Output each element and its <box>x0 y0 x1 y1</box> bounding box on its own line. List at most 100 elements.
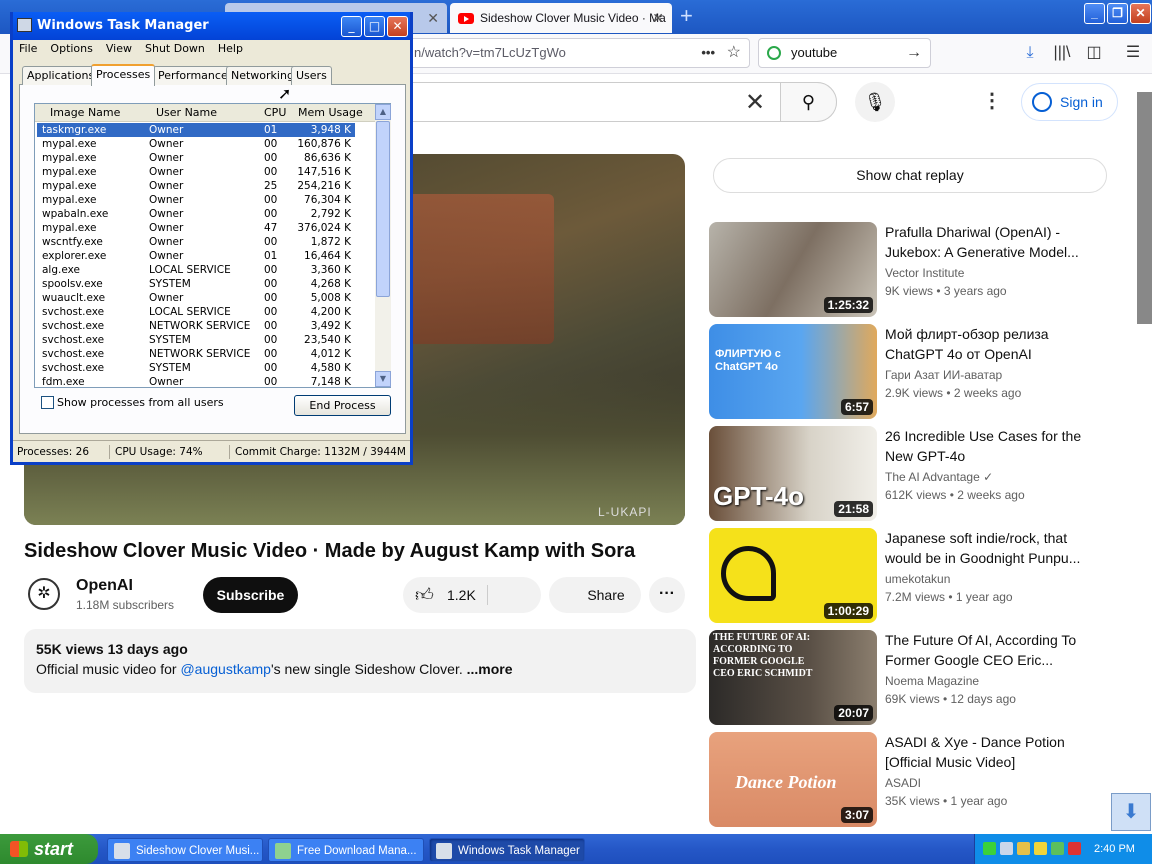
close-window-icon[interactable]: ✕ <box>1130 3 1151 24</box>
process-row[interactable]: mypal.exe Owner 00 147,516 K <box>37 165 355 179</box>
menu-file[interactable]: File <box>19 42 37 55</box>
taskbar-button-browser[interactable]: Sideshow Clover Musi... <box>107 838 263 862</box>
browser-tab-active[interactable]: Sideshow Clover Music Video · Ma ✕ <box>450 3 672 33</box>
tab-applications[interactable]: Applications <box>22 66 100 85</box>
rec-channel[interactable]: Vector Institute <box>885 266 964 280</box>
tray-icon[interactable] <box>1068 842 1081 855</box>
description-box[interactable]: 55K views 13 days ago Official music vid… <box>24 629 696 693</box>
rec-item[interactable]: GPT-4o 21:58 26 Incredible Use Cases for… <box>709 426 1129 521</box>
menu-view[interactable]: View <box>106 42 132 55</box>
settings-dots-icon[interactable]: ⋮ <box>982 88 1002 113</box>
tab-performance[interactable]: Performance <box>153 66 233 85</box>
process-row[interactable]: taskmgr.exe Owner 01 3,948 K <box>37 123 355 137</box>
scroll-down-icon[interactable]: ▼ <box>375 371 391 387</box>
rec-title[interactable]: ASADI & Xye - Dance Potion [Official Mus… <box>885 732 1095 772</box>
process-row[interactable]: alg.exe LOCAL SERVICE 00 3,360 K <box>37 263 355 277</box>
process-row[interactable]: svchost.exe SYSTEM 00 4,580 K <box>37 361 355 375</box>
scroll-up-icon[interactable]: ▲ <box>375 104 391 120</box>
process-row[interactable]: svchost.exe NETWORK SERVICE 00 3,492 K <box>37 319 355 333</box>
process-row[interactable]: mypal.exe Owner 00 160,876 K <box>37 137 355 151</box>
show-chat-replay-button[interactable]: Show chat replay <box>713 158 1107 193</box>
channel-name[interactable]: OpenAI <box>76 577 133 595</box>
show-more-link[interactable]: ...more <box>467 661 513 677</box>
process-list[interactable]: Image Name User Name CPU Mem Usage taskm… <box>34 103 391 388</box>
rec-thumbnail[interactable]: ФЛИРТУЮ с ChatGPT 4o 6:57 <box>709 324 877 419</box>
subscribe-button[interactable]: Subscribe <box>203 577 298 613</box>
maximize-icon[interactable]: ❐ <box>1107 3 1128 24</box>
rec-channel[interactable]: umekotakun <box>885 572 950 586</box>
menu-shutdown[interactable]: Shut Down <box>145 42 205 55</box>
col-cpu[interactable]: CPU <box>264 104 286 122</box>
process-row[interactable]: svchost.exe NETWORK SERVICE 00 4,012 K <box>37 347 355 361</box>
process-row[interactable]: mypal.exe Owner 00 86,636 K <box>37 151 355 165</box>
rec-thumbnail[interactable]: THE FUTURE OF AI: ACCORDING TO FORMER GO… <box>709 630 877 725</box>
openai-logo-icon[interactable]: ✲ <box>28 578 60 610</box>
minimize-icon[interactable]: _ <box>1084 3 1105 24</box>
more-actions-icon[interactable]: ··· <box>649 577 685 613</box>
search-go-icon[interactable]: → <box>906 39 922 67</box>
process-row[interactable]: wpabaln.exe Owner 00 2,792 K <box>37 207 355 221</box>
clear-search-icon[interactable]: ✕ <box>745 88 765 117</box>
rec-thumbnail[interactable]: 1:25:32 <box>709 222 877 317</box>
bookmark-star-icon[interactable]: ☆ <box>727 39 741 67</box>
process-row[interactable]: svchost.exe SYSTEM 00 23,540 K <box>37 333 355 347</box>
tab-users[interactable]: Users <box>291 66 332 85</box>
process-row[interactable]: wuauclt.exe Owner 00 5,008 K <box>37 291 355 305</box>
col-mem-usage[interactable]: Mem Usage <box>298 104 363 122</box>
sign-in-button[interactable]: Sign in <box>1021 83 1118 121</box>
show-all-users-checkbox[interactable] <box>41 396 54 409</box>
rec-title[interactable]: Мой флирт-обзор релиза ChatGPT 4o от Ope… <box>885 324 1095 364</box>
rec-title[interactable]: 26 Incredible Use Cases for the New GPT-… <box>885 426 1095 466</box>
start-button[interactable]: start <box>0 834 98 864</box>
like-button[interactable]: 👍︎ 1.2K <box>403 577 541 613</box>
rec-item[interactable]: Dance Potion 3:07 ASADI & Xye - Dance Po… <box>709 732 1129 827</box>
taskbar-button-fdm[interactable]: Free Download Mana... <box>268 838 424 862</box>
sidebar-icon[interactable]: ◫ <box>1083 40 1105 66</box>
rec-item[interactable]: ФЛИРТУЮ с ChatGPT 4o 6:57 Мой флирт-обзо… <box>709 324 1129 419</box>
tm-close-icon[interactable]: ✕ <box>387 16 408 37</box>
tab-networking[interactable]: Networking <box>226 66 299 85</box>
rec-thumbnail[interactable]: 1:00:29 <box>709 528 877 623</box>
menu-options[interactable]: Options <box>50 42 92 55</box>
close-tab-icon[interactable]: ✕ <box>427 3 439 33</box>
rec-item[interactable]: 1:25:32 Prafulla Dhariwal (OpenAI) - Juk… <box>709 222 1129 317</box>
scroll-thumb[interactable] <box>376 121 390 297</box>
process-list-scrollbar[interactable]: ▲ ▼ <box>375 104 391 387</box>
process-row[interactable]: mypal.exe Owner 25 254,216 K <box>37 179 355 193</box>
tab-processes[interactable]: Processes <box>91 64 156 86</box>
tray-icon[interactable] <box>1051 842 1064 855</box>
new-tab-icon[interactable]: + <box>680 3 693 29</box>
tm-minimize-icon[interactable]: _ <box>341 16 362 37</box>
yt-search-button[interactable]: ⚲ <box>780 82 837 122</box>
show-all-users-label[interactable]: Show processes from all users <box>57 396 224 409</box>
process-row[interactable]: mypal.exe Owner 47 376,024 K <box>37 221 355 235</box>
tray-icon[interactable] <box>1017 842 1030 855</box>
rec-title[interactable]: Japanese soft indie/rock, that would be … <box>885 528 1095 568</box>
rec-channel[interactable]: The AI Advantage ✓ <box>885 470 993 484</box>
process-row[interactable]: svchost.exe LOCAL SERVICE 00 4,200 K <box>37 305 355 319</box>
rec-item[interactable]: 1:00:29 Japanese soft indie/rock, that w… <box>709 528 1129 623</box>
end-process-button[interactable]: End Process <box>294 395 391 416</box>
process-row[interactable]: fdm.exe Owner 00 7,148 K <box>37 375 355 389</box>
rec-thumbnail[interactable]: GPT-4o 21:58 <box>709 426 877 521</box>
page-actions-icon[interactable]: ••• <box>701 39 715 67</box>
taskbar-button-taskmgr[interactable]: Windows Task Manager <box>429 838 585 862</box>
process-row[interactable]: spoolsv.exe SYSTEM 00 4,268 K <box>37 277 355 291</box>
process-row[interactable]: explorer.exe Owner 01 16,464 K <box>37 249 355 263</box>
col-image-name[interactable]: Image Name <box>50 104 120 122</box>
close-tab-icon[interactable]: ✕ <box>652 3 664 33</box>
rec-title[interactable]: The Future Of AI, According To Former Go… <box>885 630 1095 670</box>
tm-maximize-icon[interactable]: □ <box>364 16 385 37</box>
process-row[interactable]: mypal.exe Owner 00 76,304 K <box>37 193 355 207</box>
rec-channel[interactable]: ASADI <box>885 776 921 790</box>
rec-thumbnail[interactable]: Dance Potion 3:07 <box>709 732 877 827</box>
downloads-icon[interactable]: ⤓ <box>1019 40 1041 66</box>
rec-title[interactable]: Prafulla Dhariwal (OpenAI) - Jukebox: A … <box>885 222 1095 262</box>
rec-channel[interactable]: Noema Magazine <box>885 674 979 688</box>
library-icon[interactable]: |||\ <box>1051 40 1073 66</box>
col-user-name[interactable]: User Name <box>156 104 217 122</box>
menu-icon[interactable]: ☰ <box>1122 40 1144 66</box>
download-overlay-icon[interactable]: ⬇ <box>1111 793 1151 831</box>
url-bar[interactable]: n/watch?v=tm7LcUzTgWo ••• ☆ <box>405 38 750 68</box>
rec-channel[interactable]: Гари Азат ИИ-аватар <box>885 368 1002 382</box>
